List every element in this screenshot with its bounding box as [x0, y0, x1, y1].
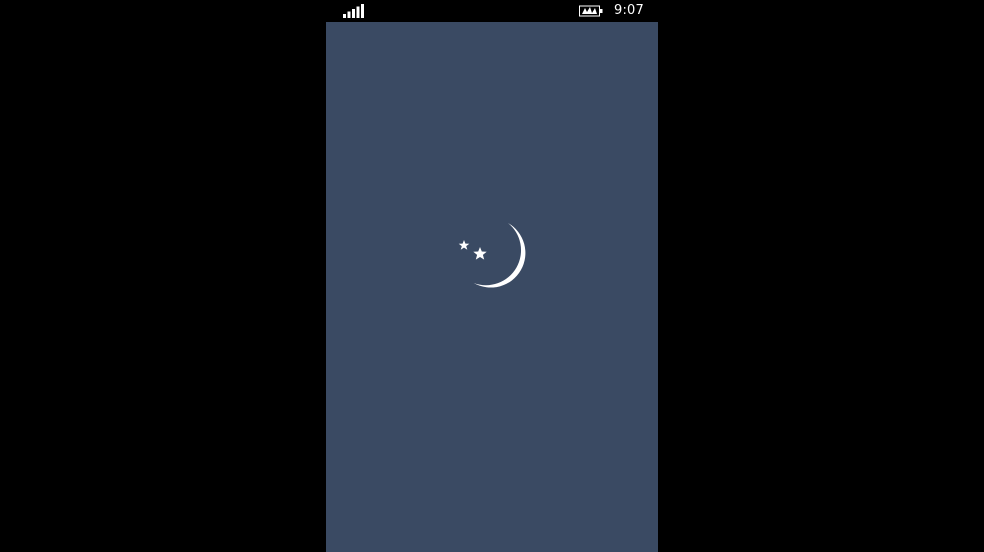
moon-and-stars-icon	[458, 223, 526, 288]
status-bar: 9:07	[326, 0, 658, 22]
splash-screen	[326, 22, 658, 552]
phone-screen: 9:07	[0, 0, 984, 552]
battery-saver-icon	[579, 5, 603, 17]
status-clock: 9:07	[614, 3, 644, 18]
signal-strength-icon	[343, 4, 364, 18]
